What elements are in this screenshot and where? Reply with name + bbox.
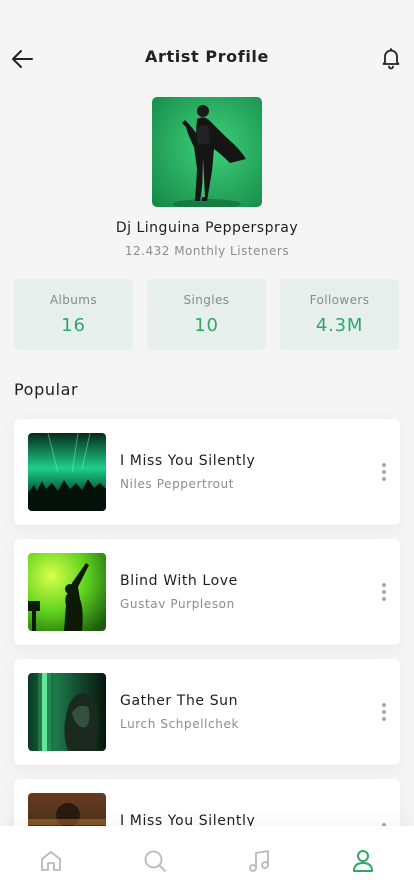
search-icon bbox=[144, 850, 166, 872]
more-options-button[interactable] bbox=[378, 461, 390, 483]
stat-value: 10 bbox=[194, 315, 219, 336]
track-cover bbox=[28, 673, 106, 751]
track-artist: Gustav Purpleson bbox=[120, 597, 235, 611]
track-item[interactable]: Blind With Love Gustav Purpleson bbox=[14, 539, 400, 645]
track-artist: Lurch Schpellchek bbox=[120, 717, 239, 731]
page-title: Artist Profile bbox=[145, 47, 269, 66]
notifications-button[interactable] bbox=[379, 46, 403, 70]
more-vertical-icon bbox=[382, 463, 386, 481]
track-title: I Miss You Silently bbox=[120, 453, 256, 469]
more-vertical-icon bbox=[382, 703, 386, 721]
stat-albums[interactable]: Albums 16 bbox=[14, 279, 133, 350]
artist-avatar bbox=[152, 97, 262, 207]
artist-name: Dj Linguina Pepperspray bbox=[115, 220, 299, 236]
nav-search[interactable] bbox=[142, 848, 168, 874]
nav-home[interactable] bbox=[38, 848, 64, 874]
bottom-nav bbox=[0, 826, 414, 896]
music-note-icon bbox=[249, 850, 269, 872]
profile-icon bbox=[353, 850, 373, 872]
track-title: Blind With Love bbox=[120, 573, 238, 589]
stat-label: Singles bbox=[183, 293, 230, 307]
track-title: Gather The Sun bbox=[120, 693, 239, 709]
section-title-popular: Popular bbox=[14, 380, 79, 399]
stat-value: 16 bbox=[61, 315, 86, 336]
stat-value: 4.3M bbox=[315, 315, 364, 336]
more-vertical-icon bbox=[382, 583, 386, 601]
nav-music[interactable] bbox=[246, 848, 272, 874]
monthly-listeners: 12.432 Monthly Listeners bbox=[124, 244, 290, 258]
bell-icon bbox=[382, 48, 400, 70]
track-artist: Niles Peppertrout bbox=[120, 477, 235, 491]
more-options-button[interactable] bbox=[378, 701, 390, 723]
track-cover bbox=[28, 553, 106, 631]
home-icon bbox=[41, 851, 61, 871]
stat-label: Albums bbox=[49, 293, 98, 307]
track-item[interactable]: I Miss You Silently Niles Peppertrout bbox=[14, 419, 400, 525]
stat-followers[interactable]: Followers 4.3M bbox=[280, 279, 399, 350]
track-cover bbox=[28, 433, 106, 511]
nav-profile[interactable] bbox=[350, 848, 376, 874]
more-options-button[interactable] bbox=[378, 581, 390, 603]
stat-singles[interactable]: Singles 10 bbox=[147, 279, 266, 350]
track-item[interactable]: Gather The Sun Lurch Schpellchek bbox=[14, 659, 400, 765]
stat-label: Followers bbox=[309, 293, 370, 307]
